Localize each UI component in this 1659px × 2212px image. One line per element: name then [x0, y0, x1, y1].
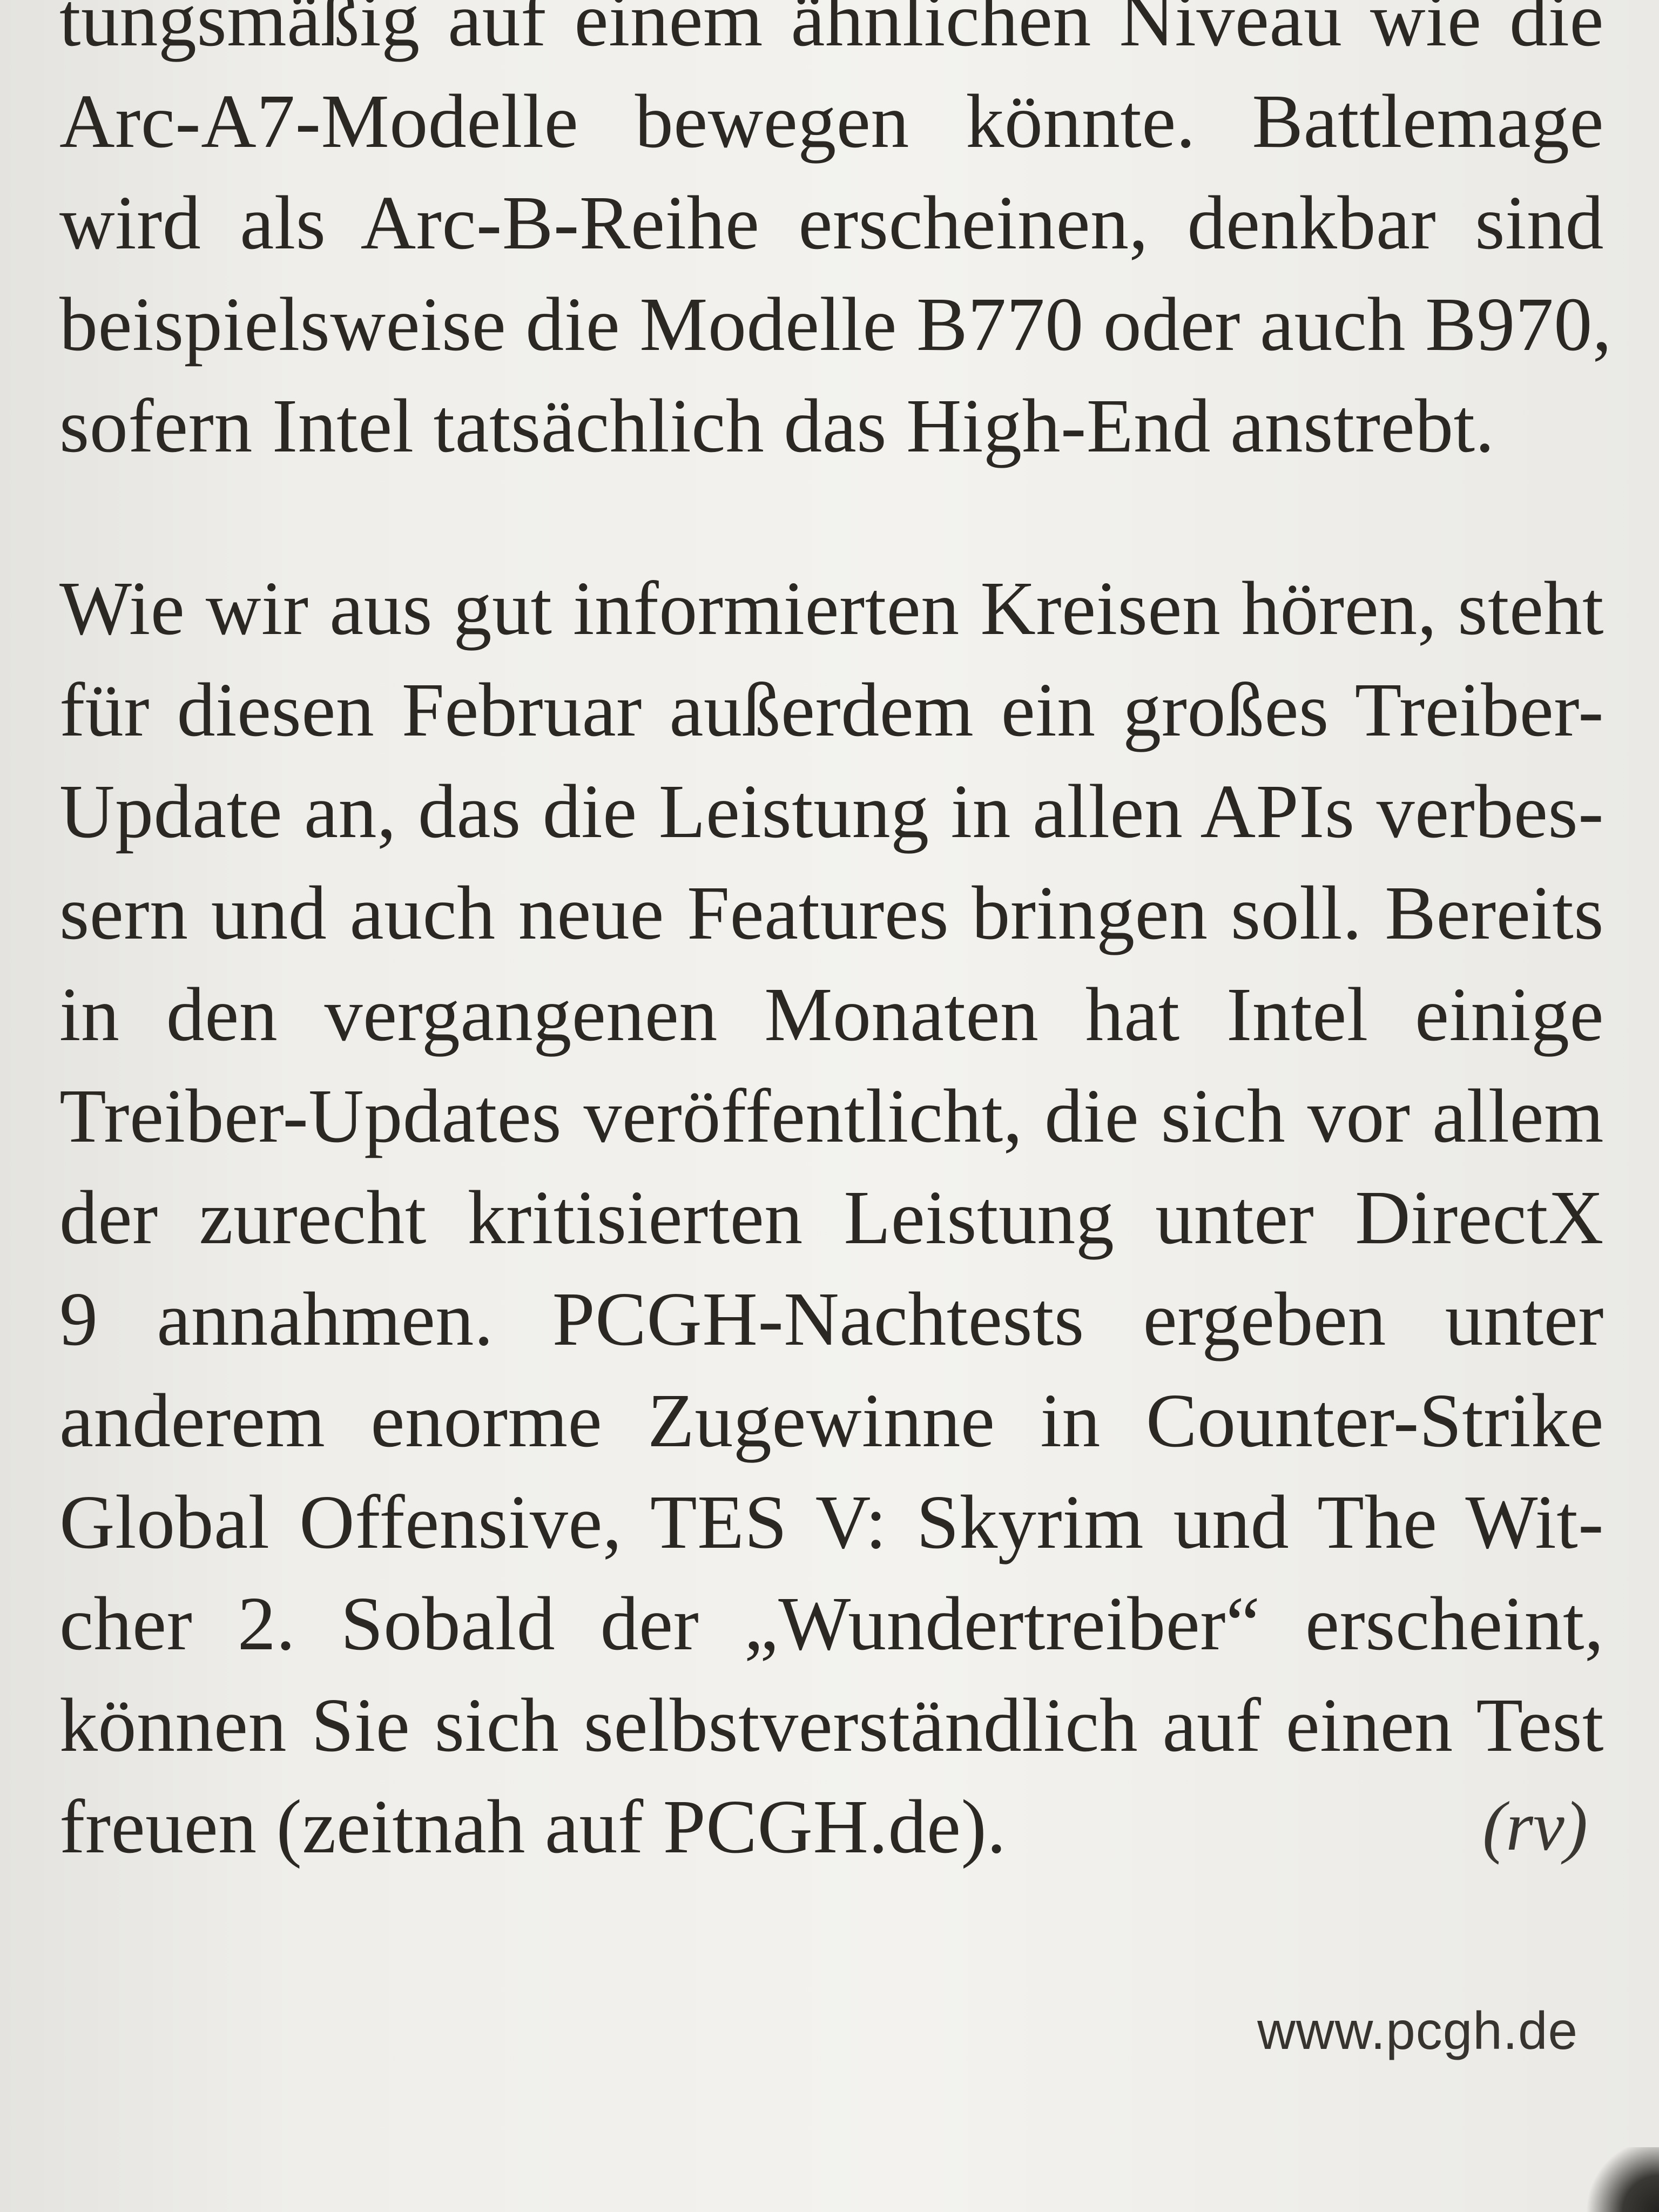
- text-line: anderem enorme Zugewinne in Counter-Stri…: [59, 1378, 1604, 1463]
- text-line: sern und auch neue Features bringen soll…: [59, 870, 1604, 955]
- magazine-page: tungsmäßig auf einem ähnlichen Niveau wi…: [0, 0, 1659, 2212]
- text-line: Treiber-Updates veröffentlicht, die sich…: [59, 1073, 1604, 1158]
- text-line: für diesen Februar außerdem ein großes T…: [59, 667, 1604, 752]
- text-line: 9 annahmen. PCGH-Nachtests ergeben unter: [59, 1276, 1604, 1361]
- text-line: Update an, das die Leistung in allen API…: [59, 768, 1604, 854]
- text-line: tungsmäßig auf einem ähnlichen Niveau wi…: [59, 0, 1604, 62]
- author-tag: (rv): [1482, 1788, 1588, 1865]
- text-line: Wie wir aus gut informierten Kreisen hör…: [59, 565, 1604, 651]
- article-text: tungsmäßig auf einem ähnlichen Niveau wi…: [59, 0, 1612, 1877]
- text-line: Global Offensive, TES V: Skyrim und The …: [59, 1479, 1604, 1564]
- footer-website-url: www.pcgh.de: [1257, 2001, 1578, 2060]
- text-line: cher 2. Sobald der „Wundertreiber“ ersch…: [59, 1581, 1604, 1666]
- text-line: können Sie sich selbstverständlich auf e…: [59, 1682, 1604, 1768]
- text-line: Arc-A7-Modelle bewegen könnte. Battlemag…: [59, 78, 1604, 164]
- text-line: wird als Arc-B-Reihe erscheinen, denkbar…: [59, 180, 1604, 265]
- text-line: beispielsweise die Modelle B770 oder auc…: [59, 281, 1612, 367]
- text-line: der zurecht kritisierten Leistung unter …: [59, 1175, 1604, 1260]
- text-line: in den vergangenen Monaten hat Intel ein…: [59, 972, 1604, 1057]
- text-line: sofern Intel tatsächlich das High-End an…: [59, 383, 1495, 468]
- final-line-with-author: freuen (zeitnah auf PCGH.de). (rv): [59, 1776, 1604, 1877]
- text-line: freuen (zeitnah auf PCGH.de).: [59, 1784, 1007, 1869]
- paragraph-battlemage: tungsmäßig auf einem ähnlichen Niveau wi…: [59, 0, 1612, 476]
- paragraph-driver-update: Wie wir aus gut informierten Kreisen hör…: [59, 557, 1604, 1877]
